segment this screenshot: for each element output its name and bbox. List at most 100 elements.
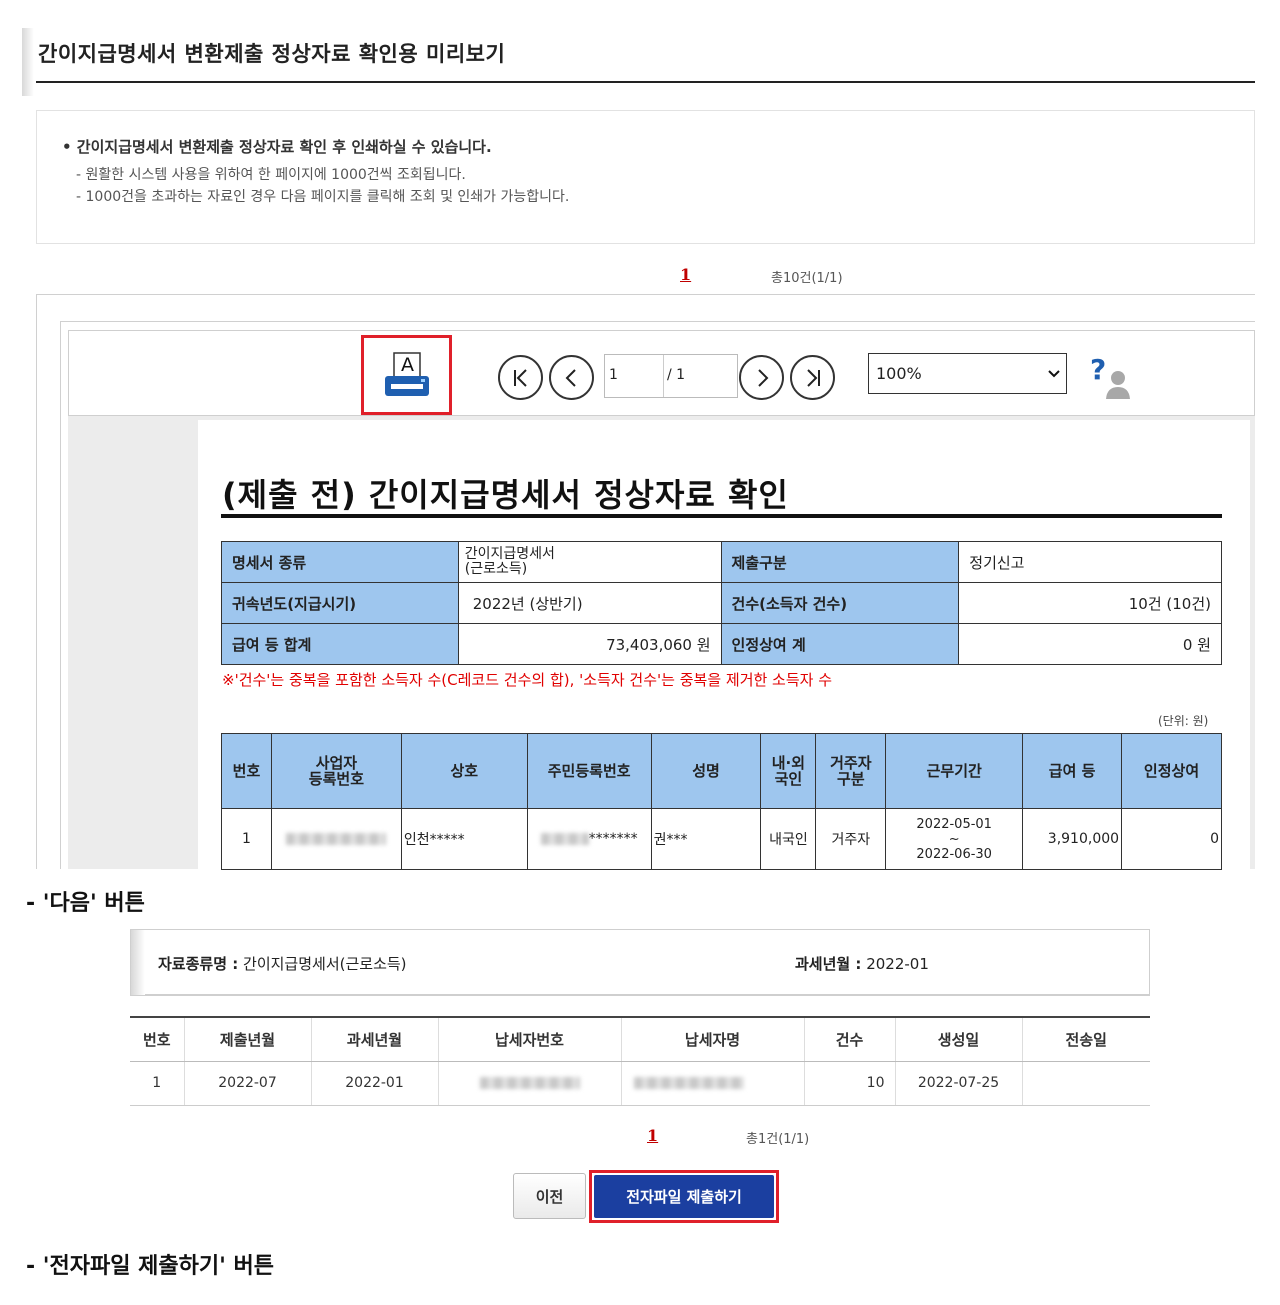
tax-month-value: 2022-01 — [866, 955, 929, 973]
next-page-button[interactable] — [739, 355, 784, 400]
pagination-total: 총1건(1/1) — [746, 1132, 810, 1147]
blurred-value — [540, 833, 589, 845]
residency: 거주자 — [815, 808, 887, 870]
pay-total-label: 급여 등 합계 — [221, 623, 459, 665]
bonus-amount: 0 — [1121, 808, 1222, 870]
year-label: 귀속년도(지급시기) — [221, 582, 459, 624]
col-header: 번호 — [130, 1016, 185, 1062]
blurred-value — [633, 1077, 744, 1089]
tax-month-cell: 2022-01 — [311, 1061, 439, 1106]
pagination-page-link[interactable]: 1 — [647, 1126, 658, 1145]
help-icon: ? — [1090, 353, 1130, 399]
help-button[interactable]: ? — [1088, 352, 1134, 406]
nationality: 내국인 — [760, 808, 817, 870]
col-header: 주민등록번호 — [526, 733, 652, 809]
data-type: 자료종류명 : 간이지급명세서(근로소득) — [158, 953, 407, 974]
blurred-value — [286, 833, 387, 845]
resident-number: ******* — [526, 808, 652, 870]
svg-text:?: ? — [1090, 353, 1106, 386]
person-name: 권*** — [650, 808, 762, 870]
next-button-caption: - '다음' 버튼 — [26, 891, 145, 916]
pagination-page-link[interactable]: 1 — [680, 265, 691, 284]
submit-button-caption: - '전자파일 제출하기' 버튼 — [26, 1254, 274, 1279]
taxpayer-number — [438, 1061, 622, 1106]
col-header: 생성일 — [895, 1016, 1023, 1062]
col-header: 건수 — [804, 1016, 896, 1062]
notice-headline: • 간이지급명세서 변환제출 정상자료 확인 후 인쇄하실 수 있습니다. — [62, 138, 492, 156]
taxpayer-name — [621, 1061, 805, 1106]
kind-value-line1: 간이지급명세서 — [464, 546, 555, 562]
page-input-divider — [663, 355, 664, 397]
tax-month: 과세년월 : 2022-01 — [795, 953, 929, 974]
table-row[interactable]: 1 2022-07 2022-01 10 2022-07-25 — [130, 1061, 1150, 1106]
blurred-value — [479, 1077, 580, 1089]
page-current: 1 — [609, 367, 618, 383]
col-header: 성명 — [650, 733, 762, 809]
kind-value: 간이지급명세서 (근로소득) — [457, 541, 722, 583]
page-title: 간이지급명세서 변환제출 정상자료 확인용 미리보기 — [38, 42, 506, 66]
header-shade — [22, 28, 34, 96]
col-header: 거주자 구분 — [815, 733, 887, 809]
period-separator: ~ — [948, 831, 960, 847]
submit-type-label: 제출구분 — [720, 541, 960, 583]
page-total: / 1 — [667, 367, 686, 383]
col-header: 근무기간 — [885, 733, 1024, 809]
pagination-total: 총10건(1/1) — [771, 271, 843, 286]
report-title: (제출 전) 간이지급명세서 정상자료 확인 — [222, 476, 789, 514]
bonus-total-label: 인정상여 계 — [720, 623, 960, 665]
kind-label: 명세서 종류 — [221, 541, 459, 583]
count-note: ※'건수'는 중복을 포함한 소득자 수(C레코드 건수의 합), '소득자 건… — [222, 671, 833, 689]
col-header: 제출년월 — [184, 1016, 312, 1062]
zoom-select[interactable]: 100% — [868, 353, 1067, 394]
table-row: 1 인천***** ******* 권*** 내국인 거주자 2022-05-0… — [221, 808, 1222, 870]
work-period: 2022-05-01 ~ 2022-06-30 — [885, 808, 1024, 870]
col-header: 납세자번호 — [438, 1016, 622, 1062]
year-value: 2022년 (상반기) — [457, 582, 722, 624]
chevron-down-icon — [1048, 370, 1060, 378]
bonus-total-value: 0 원 — [958, 623, 1222, 665]
pay-amount: 3,910,000 — [1022, 808, 1123, 870]
col-header: 번호 — [221, 733, 272, 809]
prev-page-icon — [565, 368, 576, 387]
sent-date — [1022, 1061, 1150, 1106]
col-header: 상호 — [400, 733, 528, 809]
row-number: 1 — [130, 1061, 185, 1106]
col-header: 급여 등 — [1022, 733, 1123, 809]
submission-table: 번호 제출년월 과세년월 납세자번호 납세자명 건수 생성일 전송일 1 202… — [130, 1016, 1150, 1106]
title-divider — [36, 81, 1255, 83]
next-page-icon — [757, 368, 768, 387]
count-cell: 10 — [804, 1061, 896, 1106]
row-number: 1 — [221, 808, 272, 870]
col-header: 납세자명 — [621, 1016, 805, 1062]
zoom-value: 100% — [876, 364, 922, 383]
prev-button[interactable]: 이전 — [513, 1173, 586, 1219]
page-number-input[interactable]: 1 / 1 — [604, 354, 738, 398]
created-date: 2022-07-25 — [895, 1061, 1023, 1106]
submit-month: 2022-07 — [184, 1061, 312, 1106]
col-header: 과세년월 — [311, 1016, 439, 1062]
data-type-label: 자료종류명 : — [158, 955, 239, 973]
last-page-icon — [806, 368, 820, 387]
report-title-rule — [221, 514, 1222, 518]
resident-number-suffix: ******* — [588, 831, 638, 847]
col-header: 전송일 — [1022, 1016, 1150, 1062]
count-label: 건수(소득자 건수) — [720, 582, 960, 624]
pay-total-value: 73,403,060 원 — [457, 623, 722, 665]
last-page-button[interactable] — [790, 355, 835, 400]
first-page-icon — [513, 368, 527, 387]
notice-line: - 원활한 시스템 사용을 위하여 한 페이지에 1000건씩 조회됩니다. — [76, 167, 466, 183]
kind-value-line2: (근로소득) — [464, 561, 528, 577]
biz-number-masked — [270, 808, 402, 870]
period-from: 2022-05-01 — [916, 816, 992, 832]
submit-type-value: 정기신고 — [958, 541, 1222, 583]
detail-table: 번호 사업자 등록번호 상호 주민등록번호 성명 내·외 국인 거주자 구분 근… — [221, 733, 1222, 870]
count-value: 10건 (10건) — [958, 582, 1222, 624]
first-page-button[interactable] — [498, 355, 543, 400]
notice-line: - 1000건을 초과하는 자료인 경우 다음 페이지를 클릭해 조회 및 인쇄… — [76, 189, 570, 205]
col-header: 사업자 등록번호 — [270, 733, 402, 809]
unit-label: (단위: 원) — [1158, 714, 1209, 728]
prev-page-button[interactable] — [549, 355, 594, 400]
data-info-shade — [131, 930, 145, 995]
submit-file-button[interactable]: 전자파일 제출하기 — [594, 1175, 774, 1218]
print-button[interactable]: A — [381, 350, 433, 402]
